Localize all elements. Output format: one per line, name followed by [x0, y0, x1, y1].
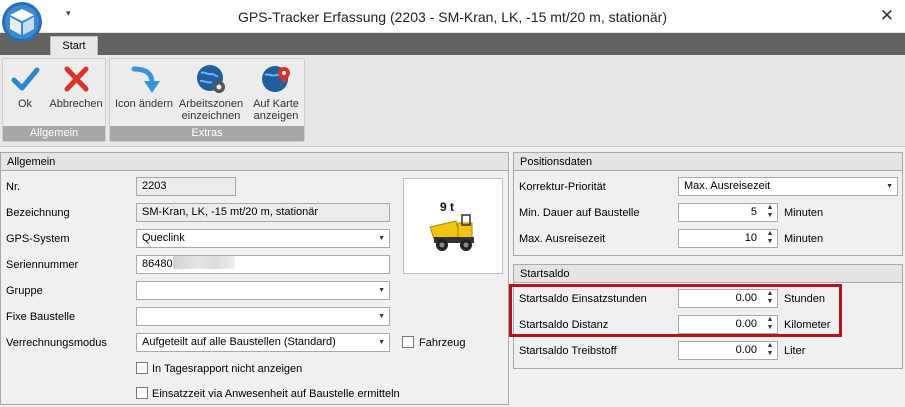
vehicle-caption: 9 t [440, 200, 454, 214]
show-on-map-label: Auf Karte anzeigen [253, 98, 299, 122]
verrechnungsmodus-value: Aufgeteilt auf alle Baustellen (Standard… [142, 336, 336, 348]
ok-label: Ok [17, 98, 33, 110]
gps-system-label: GPS-System [6, 233, 70, 245]
chevron-down-icon: ▼ [378, 287, 385, 294]
ribbon-group-allgemein: Ok Abbrechen Allgemein [2, 58, 106, 142]
startsaldo-header: Startsaldo [514, 265, 902, 283]
change-icon-button[interactable]: Icon ändern [112, 61, 176, 127]
cancel-button[interactable]: Abbrechen [47, 61, 105, 127]
einsatzstunden-value: 0.00 [735, 292, 757, 304]
ribbon-group-label-allgemein: Allgemein [3, 126, 105, 141]
einsatzstunden-unit: Stunden [784, 293, 825, 305]
draw-work-zones-label: Arbeitszonen einzeichnen [178, 98, 244, 122]
treibstoff-label: Startsaldo Treibstoff [519, 345, 617, 357]
chevron-down-icon: ▼ [886, 183, 893, 190]
ok-button[interactable]: Ok [5, 61, 45, 127]
distanz-value: 0.00 [735, 318, 757, 330]
spin-arrows-icon[interactable]: ▲ ▼ [765, 204, 775, 221]
fahrzeug-label: Fahrzeug [419, 337, 466, 349]
fahrzeug-checkbox[interactable] [402, 336, 414, 348]
globe-pin-icon [262, 66, 290, 92]
gruppe-dropdown[interactable]: ▼ [136, 281, 390, 300]
nr-label: Nr. [6, 181, 21, 193]
gps-system-value: Queclink [142, 232, 185, 244]
positionsdaten-panel: Positionsdaten Korrektur-Priorität Max. … [513, 152, 903, 256]
close-button[interactable]: ✕ [874, 4, 900, 28]
chevron-down-icon: ▼ [378, 339, 385, 346]
ribbon-group-label-extras: Extras [110, 126, 304, 141]
distanz-unit: Kilometer [784, 319, 831, 331]
spin-arrows-icon[interactable]: ▲ ▼ [765, 316, 775, 333]
min-dauer-unit: Minuten [784, 207, 824, 219]
einsatzstunden-spinner[interactable]: 0.00 ▲ ▼ [678, 289, 778, 308]
min-dauer-label: Min. Dauer auf Baustelle [519, 207, 640, 219]
cancel-label: Abbrechen [49, 98, 103, 110]
einsatzzeit-checkbox[interactable] [136, 387, 148, 399]
fixe-baustelle-label: Fixe Baustelle [6, 311, 76, 323]
draw-work-zones-button[interactable]: Arbeitszonen einzeichnen [178, 61, 244, 127]
tagesrapport-label: In Tagesrapport nicht anzeigen [152, 363, 303, 375]
korrektur-label: Korrektur-Priorität [519, 181, 606, 193]
title-bar: ▾ GPS-Tracker Erfassung (2203 - SM-Kran,… [0, 0, 905, 33]
bezeichnung-field: SM-Kran, LK, -15 mt/20 m, stationär [136, 203, 390, 222]
spin-arrows-icon[interactable]: ▲ ▼ [765, 290, 775, 307]
tagesrapport-checkbox[interactable] [136, 362, 148, 374]
seriennummer-input[interactable]: 86480 [136, 255, 390, 274]
nr-field: 2203 [136, 177, 236, 196]
checkmark-icon [11, 67, 40, 91]
max-ausreise-label: Max. Ausreisezeit [519, 233, 606, 245]
change-icon-label: Icon ändern [114, 98, 174, 110]
max-ausreise-value: 10 [744, 232, 757, 244]
seriennummer-value: 86480 [142, 258, 173, 270]
positionsdaten-header: Positionsdaten [514, 153, 902, 171]
chevron-down-icon: ▼ [378, 235, 385, 242]
treibstoff-unit: Liter [784, 345, 806, 357]
treibstoff-value: 0.00 [735, 344, 757, 356]
max-ausreise-spinner[interactable]: 10 ▲ ▼ [678, 229, 778, 248]
treibstoff-spinner[interactable]: 0.00 ▲ ▼ [678, 341, 778, 360]
redacted-blur [172, 256, 235, 269]
ribbon-group-extras: Icon ändern Arbeitszonen einzeichnen Auf… [109, 58, 305, 142]
korrektur-value: Max. Ausreisezeit [684, 180, 771, 192]
globe-gear-icon [197, 65, 225, 93]
fixe-baustelle-dropdown[interactable]: ▼ [136, 307, 390, 326]
x-icon [64, 66, 89, 92]
startsaldo-panel: Startsaldo Startsaldo Einsatzstunden 0.0… [513, 264, 903, 369]
gps-system-dropdown[interactable]: Queclink ▼ [136, 229, 390, 248]
verrechnungsmodus-dropdown[interactable]: Aufgeteilt auf alle Baustellen (Standard… [136, 333, 390, 352]
bezeichnung-label: Bezeichnung [6, 207, 70, 219]
ribbon-tab-bar: Start [0, 33, 905, 56]
allgemein-header: Allgemein [1, 153, 508, 171]
min-dauer-value: 5 [750, 206, 757, 218]
gruppe-label: Gruppe [6, 285, 43, 297]
allgemein-panel: Allgemein Nr. 2203 Bezeichnung SM-Kran, … [0, 152, 509, 405]
window-title: GPS-Tracker Erfassung (2203 - SM-Kran, L… [238, 9, 667, 25]
app-menu-logo-icon[interactable] [0, 0, 46, 44]
korrektur-dropdown[interactable]: Max. Ausreisezeit ▼ [678, 177, 898, 196]
vehicle-image[interactable]: 9 t [403, 178, 503, 274]
dumper-vehicle-icon: 9 t [429, 200, 474, 251]
seriennummer-label: Seriennummer [6, 259, 79, 271]
tab-start[interactable]: Start [50, 36, 98, 56]
ribbon: Ok Abbrechen Allgemein Icon ändern Arbei… [0, 55, 905, 147]
spin-arrows-icon[interactable]: ▲ ▼ [765, 230, 775, 247]
max-ausreise-unit: Minuten [784, 233, 824, 245]
min-dauer-spinner[interactable]: 5 ▲ ▼ [678, 203, 778, 222]
show-on-map-button[interactable]: Auf Karte anzeigen [248, 61, 304, 127]
distanz-label: Startsaldo Distanz [519, 319, 609, 331]
einsatzzeit-label: Einsatzzeit via Anwesenheit auf Baustell… [152, 388, 400, 400]
einsatzstunden-label: Startsaldo Einsatzstunden [519, 293, 647, 305]
arrow-curve-icon [131, 66, 160, 93]
chevron-down-icon: ▼ [378, 313, 385, 320]
verrechnungsmodus-label: Verrechnungsmodus [6, 337, 107, 349]
distanz-spinner[interactable]: 0.00 ▲ ▼ [678, 315, 778, 334]
spin-arrows-icon[interactable]: ▲ ▼ [765, 342, 775, 359]
